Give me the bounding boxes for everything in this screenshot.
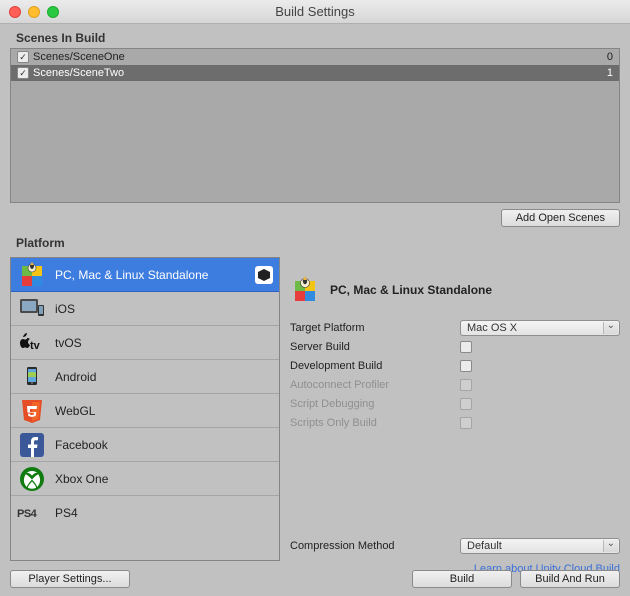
build-and-run-button[interactable]: Build And Run: [520, 570, 620, 588]
build-button[interactable]: Build: [412, 570, 512, 588]
script-debugging-checkbox: [460, 398, 472, 410]
scene-row[interactable]: ✓ Scenes/SceneOne 0: [11, 49, 619, 65]
xbox-icon: [17, 465, 47, 493]
autoconnect-profiler-label: Autoconnect Profiler: [290, 379, 460, 391]
development-build-checkbox[interactable]: [460, 360, 472, 372]
platform-item-label: tvOS: [55, 336, 273, 350]
scripts-only-build-checkbox: [460, 417, 472, 429]
standalone-icon: [290, 275, 320, 305]
add-open-scenes-button[interactable]: Add Open Scenes: [501, 209, 620, 227]
standalone-icon: [17, 261, 47, 289]
platform-item-label: Android: [55, 370, 273, 384]
footer-row: Player Settings... Build Build And Run: [10, 570, 620, 588]
checkbox-icon[interactable]: ✓: [17, 67, 29, 79]
scene-path: Scenes/SceneTwo: [33, 67, 607, 79]
zoom-icon[interactable]: [47, 6, 59, 18]
window-controls: [9, 6, 59, 18]
ps4-icon: PS4: [17, 499, 47, 527]
platform-item-webgl[interactable]: WebGL: [11, 394, 279, 428]
platform-item-label: WebGL: [55, 404, 273, 418]
platform-list: PC, Mac & Linux Standalone iOS tv tvOS: [10, 257, 280, 561]
platform-item-ios[interactable]: iOS: [11, 292, 279, 326]
window-title: Build Settings: [0, 4, 630, 19]
platform-item-ps4[interactable]: PS4 PS4: [11, 496, 279, 530]
platform-label: Platform: [10, 233, 620, 253]
platform-item-xboxone[interactable]: Xbox One: [11, 462, 279, 496]
titlebar: Build Settings: [0, 0, 630, 24]
close-icon[interactable]: [9, 6, 21, 18]
platform-item-standalone[interactable]: PC, Mac & Linux Standalone: [11, 258, 279, 292]
scripts-only-build-label: Scripts Only Build: [290, 417, 460, 429]
unity-icon: [255, 266, 273, 284]
autoconnect-profiler-checkbox: [460, 379, 472, 391]
development-build-label: Development Build: [290, 360, 460, 372]
scenes-label: Scenes In Build: [10, 28, 620, 48]
android-icon: [17, 363, 47, 391]
svg-text:PS4: PS4: [17, 508, 38, 520]
platform-item-android[interactable]: Android: [11, 360, 279, 394]
platform-item-label: PS4: [55, 506, 273, 520]
server-build-label: Server Build: [290, 341, 460, 353]
platform-item-facebook[interactable]: Facebook: [11, 428, 279, 462]
compression-method-select[interactable]: Default: [460, 538, 620, 554]
webgl-icon: [17, 397, 47, 425]
scenes-list[interactable]: ✓ Scenes/SceneOne 0 ✓ Scenes/SceneTwo 1: [10, 48, 620, 203]
platform-item-label: PC, Mac & Linux Standalone: [55, 268, 247, 282]
scene-index: 1: [607, 67, 613, 79]
platform-item-tvos[interactable]: tv tvOS: [11, 326, 279, 360]
target-platform-select[interactable]: Mac OS X: [460, 320, 620, 336]
facebook-icon: [17, 431, 47, 459]
platform-item-label: iOS: [55, 302, 273, 316]
platform-item-label: Facebook: [55, 438, 273, 452]
tvos-icon: tv: [17, 329, 47, 357]
build-settings-panel: PC, Mac & Linux Standalone Target Platfo…: [290, 257, 620, 575]
target-platform-label: Target Platform: [290, 322, 460, 334]
ios-icon: [17, 295, 47, 323]
scene-path: Scenes/SceneOne: [33, 51, 607, 63]
scene-index: 0: [607, 51, 613, 63]
script-debugging-label: Script Debugging: [290, 398, 460, 410]
platform-item-label: Xbox One: [55, 472, 273, 486]
compression-method-label: Compression Method: [290, 540, 460, 552]
svg-text:tv: tv: [30, 340, 41, 352]
settings-title: PC, Mac & Linux Standalone: [330, 283, 492, 297]
server-build-checkbox[interactable]: [460, 341, 472, 353]
scene-row[interactable]: ✓ Scenes/SceneTwo 1: [11, 65, 619, 81]
checkbox-icon[interactable]: ✓: [17, 51, 29, 63]
player-settings-button[interactable]: Player Settings...: [10, 570, 130, 588]
minimize-icon[interactable]: [28, 6, 40, 18]
